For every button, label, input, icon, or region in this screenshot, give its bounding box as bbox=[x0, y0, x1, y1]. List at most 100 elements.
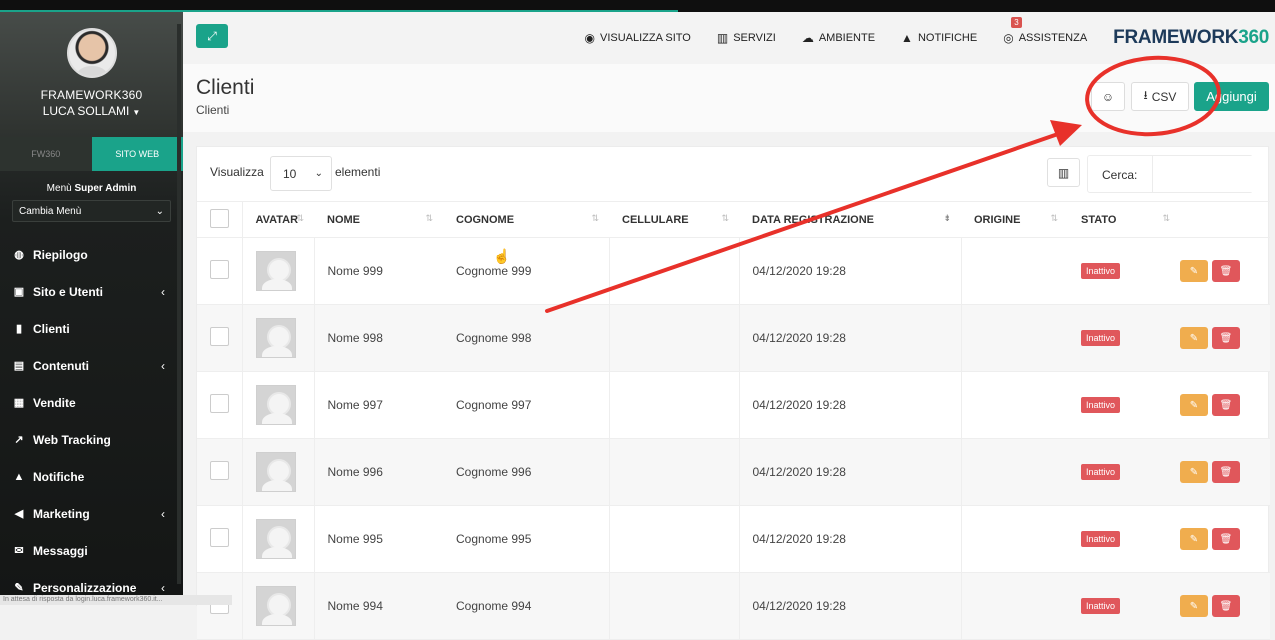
sidebar-item-web-tracking[interactable]: ↗Web Tracking bbox=[0, 421, 183, 458]
sidebar-item-vendite[interactable]: ▦Vendite bbox=[0, 384, 183, 421]
expand-button[interactable]: ⤢ bbox=[196, 24, 228, 48]
sidebar-item-label: Clienti bbox=[33, 322, 70, 336]
table-row[interactable]: Nome 999Cognome 99904/12/2020 19:28Inatt… bbox=[197, 238, 1270, 305]
sidebar-item-clienti[interactable]: ▮Clienti bbox=[0, 310, 183, 347]
search-input[interactable] bbox=[1152, 156, 1254, 192]
tab-fw360[interactable]: FW360 bbox=[0, 137, 92, 171]
select-all-checkbox[interactable] bbox=[210, 209, 229, 228]
chevron-down-icon: ⌄ bbox=[156, 206, 164, 217]
change-menu-select[interactable]: Cambia Menù⌄ bbox=[12, 200, 171, 222]
delete-button[interactable]: 🗑 bbox=[1212, 528, 1240, 550]
sidebar-tabs: FW360 SITO WEB bbox=[0, 137, 183, 171]
topnav-ambiente[interactable]: ☁AMBIENTE bbox=[802, 31, 875, 45]
col-data-registrazione[interactable]: DATA REGISTRAZIONE⇟ bbox=[739, 202, 961, 238]
sidebar-item-messaggi[interactable]: ✉Messaggi bbox=[0, 532, 183, 569]
columns-toggle-button[interactable]: ▥ bbox=[1047, 158, 1080, 187]
row-checkbox[interactable] bbox=[210, 260, 229, 279]
framework360-logo[interactable]: FRAMEWORK360 bbox=[1113, 27, 1269, 49]
download-icon: ⭳ bbox=[1144, 86, 1148, 107]
sidebar-item-notifiche[interactable]: ▲Notifiche bbox=[0, 458, 183, 495]
col-nome[interactable]: NOME⇅ bbox=[314, 202, 443, 238]
chart-icon: ↗ bbox=[12, 433, 26, 446]
row-select-cell bbox=[197, 573, 242, 640]
origine-cell bbox=[961, 573, 1068, 640]
col-cellulare[interactable]: CELLULARE⇅ bbox=[609, 202, 739, 238]
edit-button[interactable]: ✎ bbox=[1180, 595, 1208, 617]
col-cognome[interactable]: COGNOME ⇅ bbox=[443, 202, 609, 238]
row-checkbox[interactable] bbox=[210, 461, 229, 480]
page-title: Clienti bbox=[196, 76, 254, 100]
page-size-select[interactable]: 10⌄ bbox=[270, 156, 332, 191]
sidebar-item-marketing[interactable]: ◀Marketing‹ bbox=[0, 495, 183, 532]
edit-button[interactable]: ✎ bbox=[1180, 260, 1208, 282]
origine-cell bbox=[961, 439, 1068, 506]
edit-button[interactable]: ✎ bbox=[1180, 394, 1208, 416]
row-checkbox[interactable] bbox=[210, 528, 229, 547]
topnav-label: VISUALIZZA SITO bbox=[600, 32, 691, 44]
user-avatar[interactable] bbox=[67, 28, 117, 78]
eye-icon: ◉ bbox=[585, 31, 595, 45]
topnav-servizi[interactable]: ▥SERVIZI bbox=[717, 31, 776, 45]
status-badge: Inattivo bbox=[1081, 397, 1120, 413]
registration-date: 04/12/2020 19:28 bbox=[753, 532, 846, 546]
table-row[interactable]: Nome 997Cognome 99704/12/2020 19:28Inatt… bbox=[197, 372, 1270, 439]
col-cognome-label: COGNOME bbox=[456, 214, 514, 226]
client-first-name: Nome 995 bbox=[328, 532, 383, 546]
delete-button[interactable]: 🗑 bbox=[1212, 327, 1240, 349]
avatar bbox=[256, 318, 296, 358]
col-stato[interactable]: STATO⇅ bbox=[1068, 202, 1180, 238]
data-cell: 04/12/2020 19:28 bbox=[739, 506, 961, 573]
export-csv-button[interactable]: ⭳CSV bbox=[1131, 82, 1189, 111]
delete-button[interactable]: 🗑 bbox=[1212, 260, 1240, 282]
edit-button[interactable]: ✎ bbox=[1180, 327, 1208, 349]
sidebar-item-contenuti[interactable]: ▤Contenuti‹ bbox=[0, 347, 183, 384]
nome-cell: Nome 999 bbox=[314, 238, 443, 305]
stato-cell: Inattivo bbox=[1068, 573, 1180, 640]
table-body: Nome 999Cognome 99904/12/2020 19:28Inatt… bbox=[197, 238, 1270, 640]
col-avatar[interactable]: AVATAR⇅ bbox=[242, 202, 314, 238]
delete-button[interactable]: 🗑 bbox=[1212, 461, 1240, 483]
status-badge: Inattivo bbox=[1081, 263, 1120, 279]
pencil-icon: ✎ bbox=[1190, 266, 1198, 277]
tab-sito-web[interactable]: SITO WEB bbox=[92, 137, 184, 171]
actions-cell: ✎🗑 bbox=[1180, 238, 1270, 305]
registration-date: 04/12/2020 19:28 bbox=[753, 264, 846, 278]
emoji-button[interactable]: ☺ bbox=[1091, 82, 1125, 111]
breadcrumb[interactable]: Clienti bbox=[196, 103, 229, 117]
edit-button[interactable]: ✎ bbox=[1180, 528, 1208, 550]
topnav-notifiche[interactable]: ▲NOTIFICHE bbox=[901, 31, 977, 45]
edit-button[interactable]: ✎ bbox=[1180, 461, 1208, 483]
row-checkbox[interactable] bbox=[210, 327, 229, 346]
client-first-name: Nome 998 bbox=[328, 331, 383, 345]
sidebar-scrollbar[interactable] bbox=[177, 24, 181, 584]
topnav-label: NOTIFICHE bbox=[918, 32, 977, 44]
user-menu[interactable]: LUCA SOLLAMI▼ bbox=[0, 104, 183, 118]
col-origine[interactable]: ORIGINE⇅ bbox=[961, 202, 1068, 238]
nome-cell: Nome 994 bbox=[314, 573, 443, 640]
table-row[interactable]: Nome 995Cognome 99504/12/2020 19:28Inatt… bbox=[197, 506, 1270, 573]
topnav-visualizza-sito[interactable]: ◉ VISUALIZZA SITO bbox=[585, 31, 691, 45]
table-row[interactable]: Nome 994Cognome 99404/12/2020 19:28Inatt… bbox=[197, 573, 1270, 640]
sidebar-item-sito-e-utenti[interactable]: ▣Sito e Utenti‹ bbox=[0, 273, 183, 310]
logo-text-a: FRAMEWORK bbox=[1113, 27, 1238, 48]
row-select-cell bbox=[197, 305, 242, 372]
row-select-cell bbox=[197, 238, 242, 305]
nome-cell: Nome 998 bbox=[314, 305, 443, 372]
smile-icon: ☺ bbox=[1102, 90, 1114, 104]
avatar bbox=[256, 385, 296, 425]
topnav-label: AMBIENTE bbox=[819, 32, 875, 44]
delete-button[interactable]: 🗑 bbox=[1212, 595, 1240, 617]
col-avatar-label: AVATAR bbox=[256, 214, 299, 226]
row-checkbox[interactable] bbox=[210, 394, 229, 413]
dashboard-icon: ◍ bbox=[12, 248, 26, 261]
add-client-button[interactable]: Aggiungi bbox=[1194, 82, 1269, 111]
sidebar-item-riepilogo[interactable]: ◍Riepilogo bbox=[0, 236, 183, 273]
table-row[interactable]: Nome 998Cognome 99804/12/2020 19:28Inatt… bbox=[197, 305, 1270, 372]
delete-button[interactable]: 🗑 bbox=[1212, 394, 1240, 416]
table-row[interactable]: Nome 996Cognome 99604/12/2020 19:28Inatt… bbox=[197, 439, 1270, 506]
topnav-assistenza[interactable]: ◎3ASSISTENZA bbox=[1003, 31, 1087, 45]
clients-table: AVATAR⇅ NOME⇅ COGNOME⇅ CELLULARE⇅ DATA R… bbox=[197, 201, 1270, 640]
sort-icon: ⇅ bbox=[591, 213, 599, 224]
sort-icon: ⇅ bbox=[296, 213, 304, 224]
building-icon: ▥ bbox=[717, 31, 728, 45]
